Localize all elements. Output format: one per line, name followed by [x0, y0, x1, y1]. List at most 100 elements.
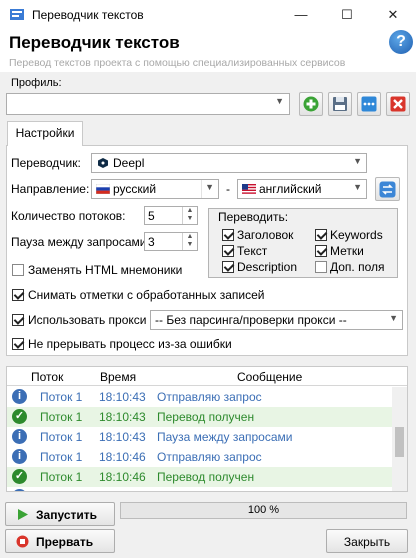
table-row[interactable]: i Поток 1 18:10:43 Пауза между запросами	[7, 427, 393, 447]
scroll-thumb[interactable]	[395, 427, 404, 457]
field-text-label: Текст	[237, 244, 268, 258]
log-time: 18:10:46	[99, 490, 146, 491]
target-language-select[interactable]: английский ▼	[237, 179, 367, 199]
log-thread: Поток 1	[40, 390, 83, 404]
start-button[interactable]: Запустить	[5, 502, 115, 526]
column-thread[interactable]: Поток	[31, 370, 63, 384]
target-language-value: английский	[259, 182, 322, 196]
add-profile-button[interactable]	[299, 92, 323, 116]
dots-icon	[361, 96, 377, 112]
russia-flag-icon	[96, 184, 110, 194]
edit-profile-button[interactable]	[357, 92, 381, 116]
table-row[interactable]: i Поток 1 18:10:43 Отправляю запрос	[7, 387, 393, 407]
usa-flag-icon	[242, 184, 256, 194]
info-icon: i	[12, 389, 27, 404]
info-icon: i	[12, 449, 27, 464]
table-row[interactable]: i Поток 1 18:10:46 Пауза между запросами	[7, 487, 393, 491]
stop-label: Прервать	[36, 535, 94, 549]
log-scrollbar[interactable]	[392, 387, 407, 491]
chevron-down-icon: ▼	[353, 156, 362, 166]
log-message: Перевод получен	[157, 470, 255, 484]
use-proxy-checkbox[interactable]	[12, 314, 24, 326]
no-stop-on-error-checkbox[interactable]	[12, 338, 24, 350]
help-icon[interactable]: ?	[389, 30, 413, 54]
swap-languages-button[interactable]	[375, 177, 400, 201]
column-time[interactable]: Время	[100, 370, 136, 384]
table-row[interactable]: ✓ Поток 1 18:10:43 Перевод получен	[7, 407, 393, 427]
log-time: 18:10:46	[99, 450, 146, 464]
log-time: 18:10:43	[99, 410, 146, 424]
app-icon	[10, 9, 24, 20]
translate-fields-group: Переводить: Заголовок Keywords Текст Мет…	[208, 208, 398, 278]
progress-bar: 100 %	[120, 502, 407, 519]
pause-label: Пауза между запросами:	[11, 235, 150, 249]
field-tags-checkbox[interactable]	[315, 245, 327, 257]
group-title: Переводить:	[218, 210, 289, 224]
chevron-down-icon: ▼	[205, 182, 214, 192]
threads-value: 5	[148, 209, 155, 223]
chevron-down-icon: ▼	[389, 313, 398, 323]
combo-separator	[201, 180, 202, 198]
log-time: 18:10:43	[99, 430, 146, 444]
field-description-checkbox[interactable]	[222, 261, 234, 273]
column-message[interactable]: Сообщение	[237, 370, 302, 384]
source-language-select[interactable]: русский ▼	[91, 179, 219, 199]
pause-spinner[interactable]: 3 ▲ ▼	[144, 232, 198, 251]
check-icon: ✓	[12, 409, 27, 424]
log-time: 18:10:46	[99, 470, 146, 484]
tab-settings[interactable]: Настройки	[7, 121, 83, 146]
no-stop-on-error-label: Не прерывать процесс из-за ошибки	[28, 337, 232, 351]
stop-icon	[16, 535, 29, 548]
stop-button[interactable]: Прервать	[5, 529, 115, 553]
log-message: Пауза между запросами	[157, 430, 293, 444]
start-label: Запустить	[36, 508, 97, 522]
translator-value: Deepl	[113, 156, 145, 170]
save-profile-button[interactable]	[328, 92, 352, 116]
source-language-value: русский	[113, 182, 157, 196]
spinner-arrows-icon[interactable]: ▲ ▼	[182, 207, 197, 224]
profile-select[interactable]: ▼	[6, 93, 290, 115]
close-window-button[interactable]: ✕	[370, 0, 416, 30]
field-keywords-checkbox[interactable]	[315, 229, 327, 241]
threads-spinner[interactable]: 5 ▲ ▼	[144, 206, 198, 225]
spinner-arrows-icon[interactable]: ▲ ▼	[182, 233, 197, 250]
info-icon: i	[12, 489, 27, 491]
field-text-checkbox[interactable]	[222, 245, 234, 257]
play-icon	[18, 509, 28, 520]
maximize-button[interactable]: ☐	[324, 0, 370, 30]
delete-profile-button[interactable]	[386, 92, 410, 116]
translator-label: Переводчик:	[11, 156, 81, 170]
page-subtitle: Перевод текстов проекта с помощью специа…	[9, 57, 346, 69]
log-header: Поток Время Сообщение	[7, 367, 407, 386]
header: Переводчик текстов Перевод текстов проек…	[0, 30, 416, 72]
uncheck-processed-checkbox[interactable]	[12, 289, 24, 301]
chevron-down-icon: ▼	[275, 96, 284, 106]
close-button[interactable]: Закрыть	[326, 529, 408, 553]
log-thread: Поток 1	[40, 490, 82, 491]
table-row[interactable]: ✓ Поток 1 18:10:46 Перевод получен	[7, 467, 393, 487]
log-table: Поток Время Сообщение i Поток 1 18:10:43 От…	[6, 366, 408, 492]
field-extra-label: Доп. поля	[330, 260, 385, 274]
log-thread: Поток 1	[40, 450, 83, 464]
translator-select[interactable]: Deepl ▼	[91, 153, 367, 173]
field-extra-checkbox[interactable]	[315, 261, 327, 273]
log-time: 18:10:43	[99, 390, 146, 404]
deepl-icon	[98, 158, 108, 168]
replace-html-checkbox[interactable]	[12, 264, 24, 276]
minimize-button[interactable]: —	[278, 0, 324, 30]
window-title: Переводчик текстов	[32, 8, 144, 22]
use-proxy-label: Использовать прокси	[28, 313, 147, 327]
field-title-checkbox[interactable]	[222, 229, 234, 241]
direction-separator: -	[226, 182, 230, 196]
field-description-label: Description	[237, 260, 298, 274]
log-thread: Поток 1	[40, 470, 83, 484]
field-keywords-label: Keywords	[330, 228, 383, 242]
table-row[interactable]: i Поток 1 18:10:46 Отправляю запрос	[7, 447, 393, 467]
page-title: Переводчик текстов	[9, 33, 180, 52]
title-bar: Переводчик текстов — ☐ ✕	[0, 0, 416, 30]
proxy-mode-select[interactable]: -- Без парсинга/проверки прокси -- ▼	[150, 310, 403, 330]
plus-icon	[303, 96, 319, 112]
field-tags-label: Метки	[330, 244, 364, 258]
log-message: Отправляю запрос	[157, 450, 262, 464]
proxy-mode-value: -- Без парсинга/проверки прокси --	[155, 313, 347, 327]
